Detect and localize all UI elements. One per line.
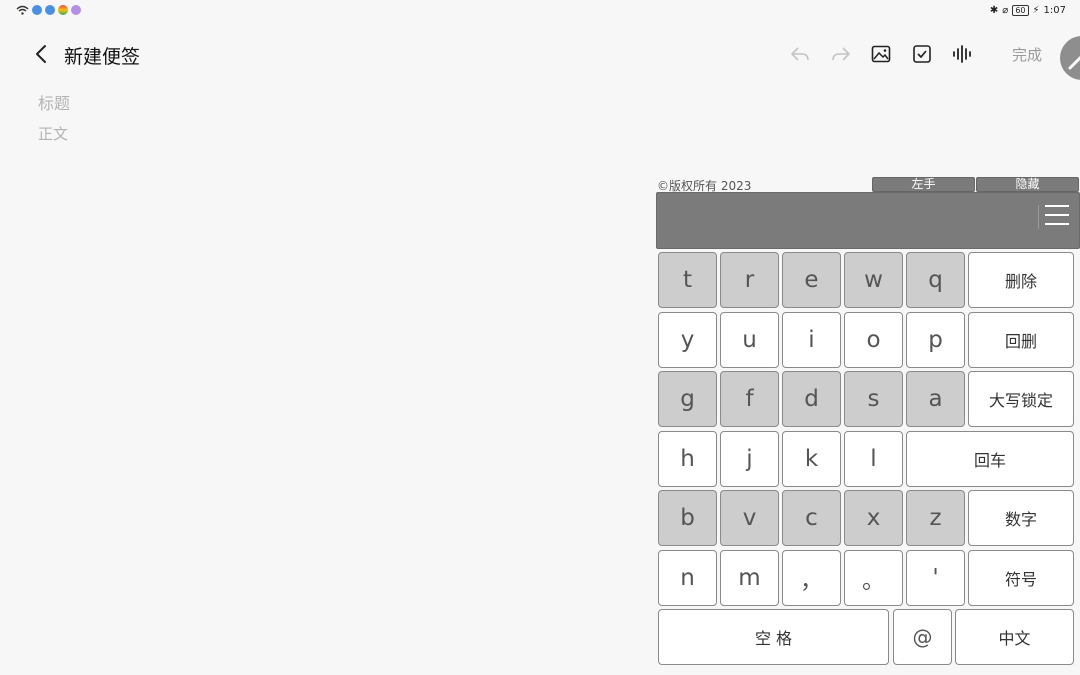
- app-header: 新建便签 完成: [0, 30, 1080, 80]
- key-h[interactable]: h: [658, 431, 717, 487]
- done-button[interactable]: 完成: [1012, 44, 1042, 65]
- menu-icon: [1045, 205, 1069, 207]
- voice-button[interactable]: [950, 42, 974, 66]
- at-key[interactable]: @: [893, 609, 952, 665]
- key-a[interactable]: a: [906, 371, 965, 427]
- key-o[interactable]: o: [844, 312, 903, 368]
- system-status: ✱ ⌀ 60 ⚡ 1:07: [990, 5, 1066, 16]
- checkbox-icon: [913, 45, 931, 63]
- page-title: 新建便签: [64, 46, 141, 68]
- key-k[interactable]: k: [782, 431, 841, 487]
- chinese-mode-key[interactable]: 中文: [955, 609, 1074, 665]
- caps-lock-key[interactable]: 大写锁定: [968, 371, 1074, 427]
- body-input[interactable]: 正文: [38, 123, 68, 144]
- purple-app-icon: [71, 5, 81, 15]
- key-t[interactable]: t: [658, 252, 717, 308]
- checklist-button[interactable]: [910, 42, 934, 66]
- key-g[interactable]: g: [658, 371, 717, 427]
- edit-fab-button[interactable]: [1060, 36, 1080, 80]
- key-w[interactable]: w: [844, 252, 903, 308]
- mute-icon: ⌀: [1002, 5, 1009, 16]
- key-i[interactable]: i: [782, 312, 841, 368]
- battery-icon: 60: [1012, 5, 1029, 16]
- charging-icon: ⚡: [1032, 5, 1040, 16]
- app-badge-icon: [32, 5, 42, 15]
- key-j[interactable]: j: [720, 431, 779, 487]
- title-input[interactable]: 标题: [38, 90, 70, 114]
- key-v[interactable]: v: [720, 490, 779, 546]
- status-bar: ✱ ⌀ 60 ⚡ 1:07: [0, 0, 1080, 24]
- clock: 1:07: [1043, 5, 1066, 16]
- key-x[interactable]: x: [844, 490, 903, 546]
- delete-key[interactable]: 删除: [968, 252, 1074, 308]
- key-z[interactable]: z: [906, 490, 965, 546]
- key-c[interactable]: c: [782, 490, 841, 546]
- image-icon: [871, 45, 891, 63]
- comma-key[interactable]: ，: [782, 550, 841, 606]
- apostrophe-key[interactable]: ': [906, 550, 965, 606]
- pen-icon: [1068, 55, 1080, 70]
- key-m[interactable]: m: [720, 550, 779, 606]
- keyboard-menu-button[interactable]: [1038, 205, 1073, 229]
- key-p[interactable]: p: [906, 312, 965, 368]
- key-q[interactable]: q: [906, 252, 965, 308]
- menu-icon-line: [1045, 214, 1069, 216]
- undo-button[interactable]: [788, 42, 812, 66]
- key-s[interactable]: s: [844, 371, 903, 427]
- key-y[interactable]: y: [658, 312, 717, 368]
- key-e[interactable]: e: [782, 252, 841, 308]
- back-button[interactable]: [30, 40, 54, 68]
- insert-image-button[interactable]: [869, 42, 893, 66]
- candidate-bar: [656, 192, 1080, 249]
- key-f[interactable]: f: [720, 371, 779, 427]
- hide-keyboard-button[interactable]: 隐藏: [976, 177, 1079, 192]
- redo-button[interactable]: [829, 42, 853, 66]
- left-hand-button[interactable]: 左手: [872, 177, 975, 192]
- back-delete-key[interactable]: 回删: [968, 312, 1074, 368]
- menu-icon-line: [1045, 223, 1069, 225]
- key-n[interactable]: n: [658, 550, 717, 606]
- space-key[interactable]: 空 格: [658, 609, 889, 665]
- symbols-key[interactable]: 符号: [968, 550, 1074, 606]
- numbers-key[interactable]: 数字: [968, 490, 1074, 546]
- key-l[interactable]: l: [844, 431, 903, 487]
- period-key[interactable]: 。: [844, 550, 903, 606]
- app-badge-icon: [45, 5, 55, 15]
- voice-icon: [953, 45, 971, 63]
- key-b[interactable]: b: [658, 490, 717, 546]
- colorful-app-icon: [58, 5, 68, 15]
- notification-icons: [16, 5, 81, 15]
- undo-icon: [791, 47, 809, 61]
- back-arrow-icon: [36, 45, 46, 63]
- bluetooth-icon: ✱: [989, 5, 999, 16]
- key-r[interactable]: r: [720, 252, 779, 308]
- key-d[interactable]: d: [782, 371, 841, 427]
- enter-key[interactable]: 回车: [906, 431, 1074, 487]
- key-u[interactable]: u: [720, 312, 779, 368]
- redo-icon: [832, 47, 850, 61]
- wifi-icon: [16, 5, 29, 15]
- keyboard-top-strip: ©版权所有 2023 左手 隐藏: [656, 176, 1080, 193]
